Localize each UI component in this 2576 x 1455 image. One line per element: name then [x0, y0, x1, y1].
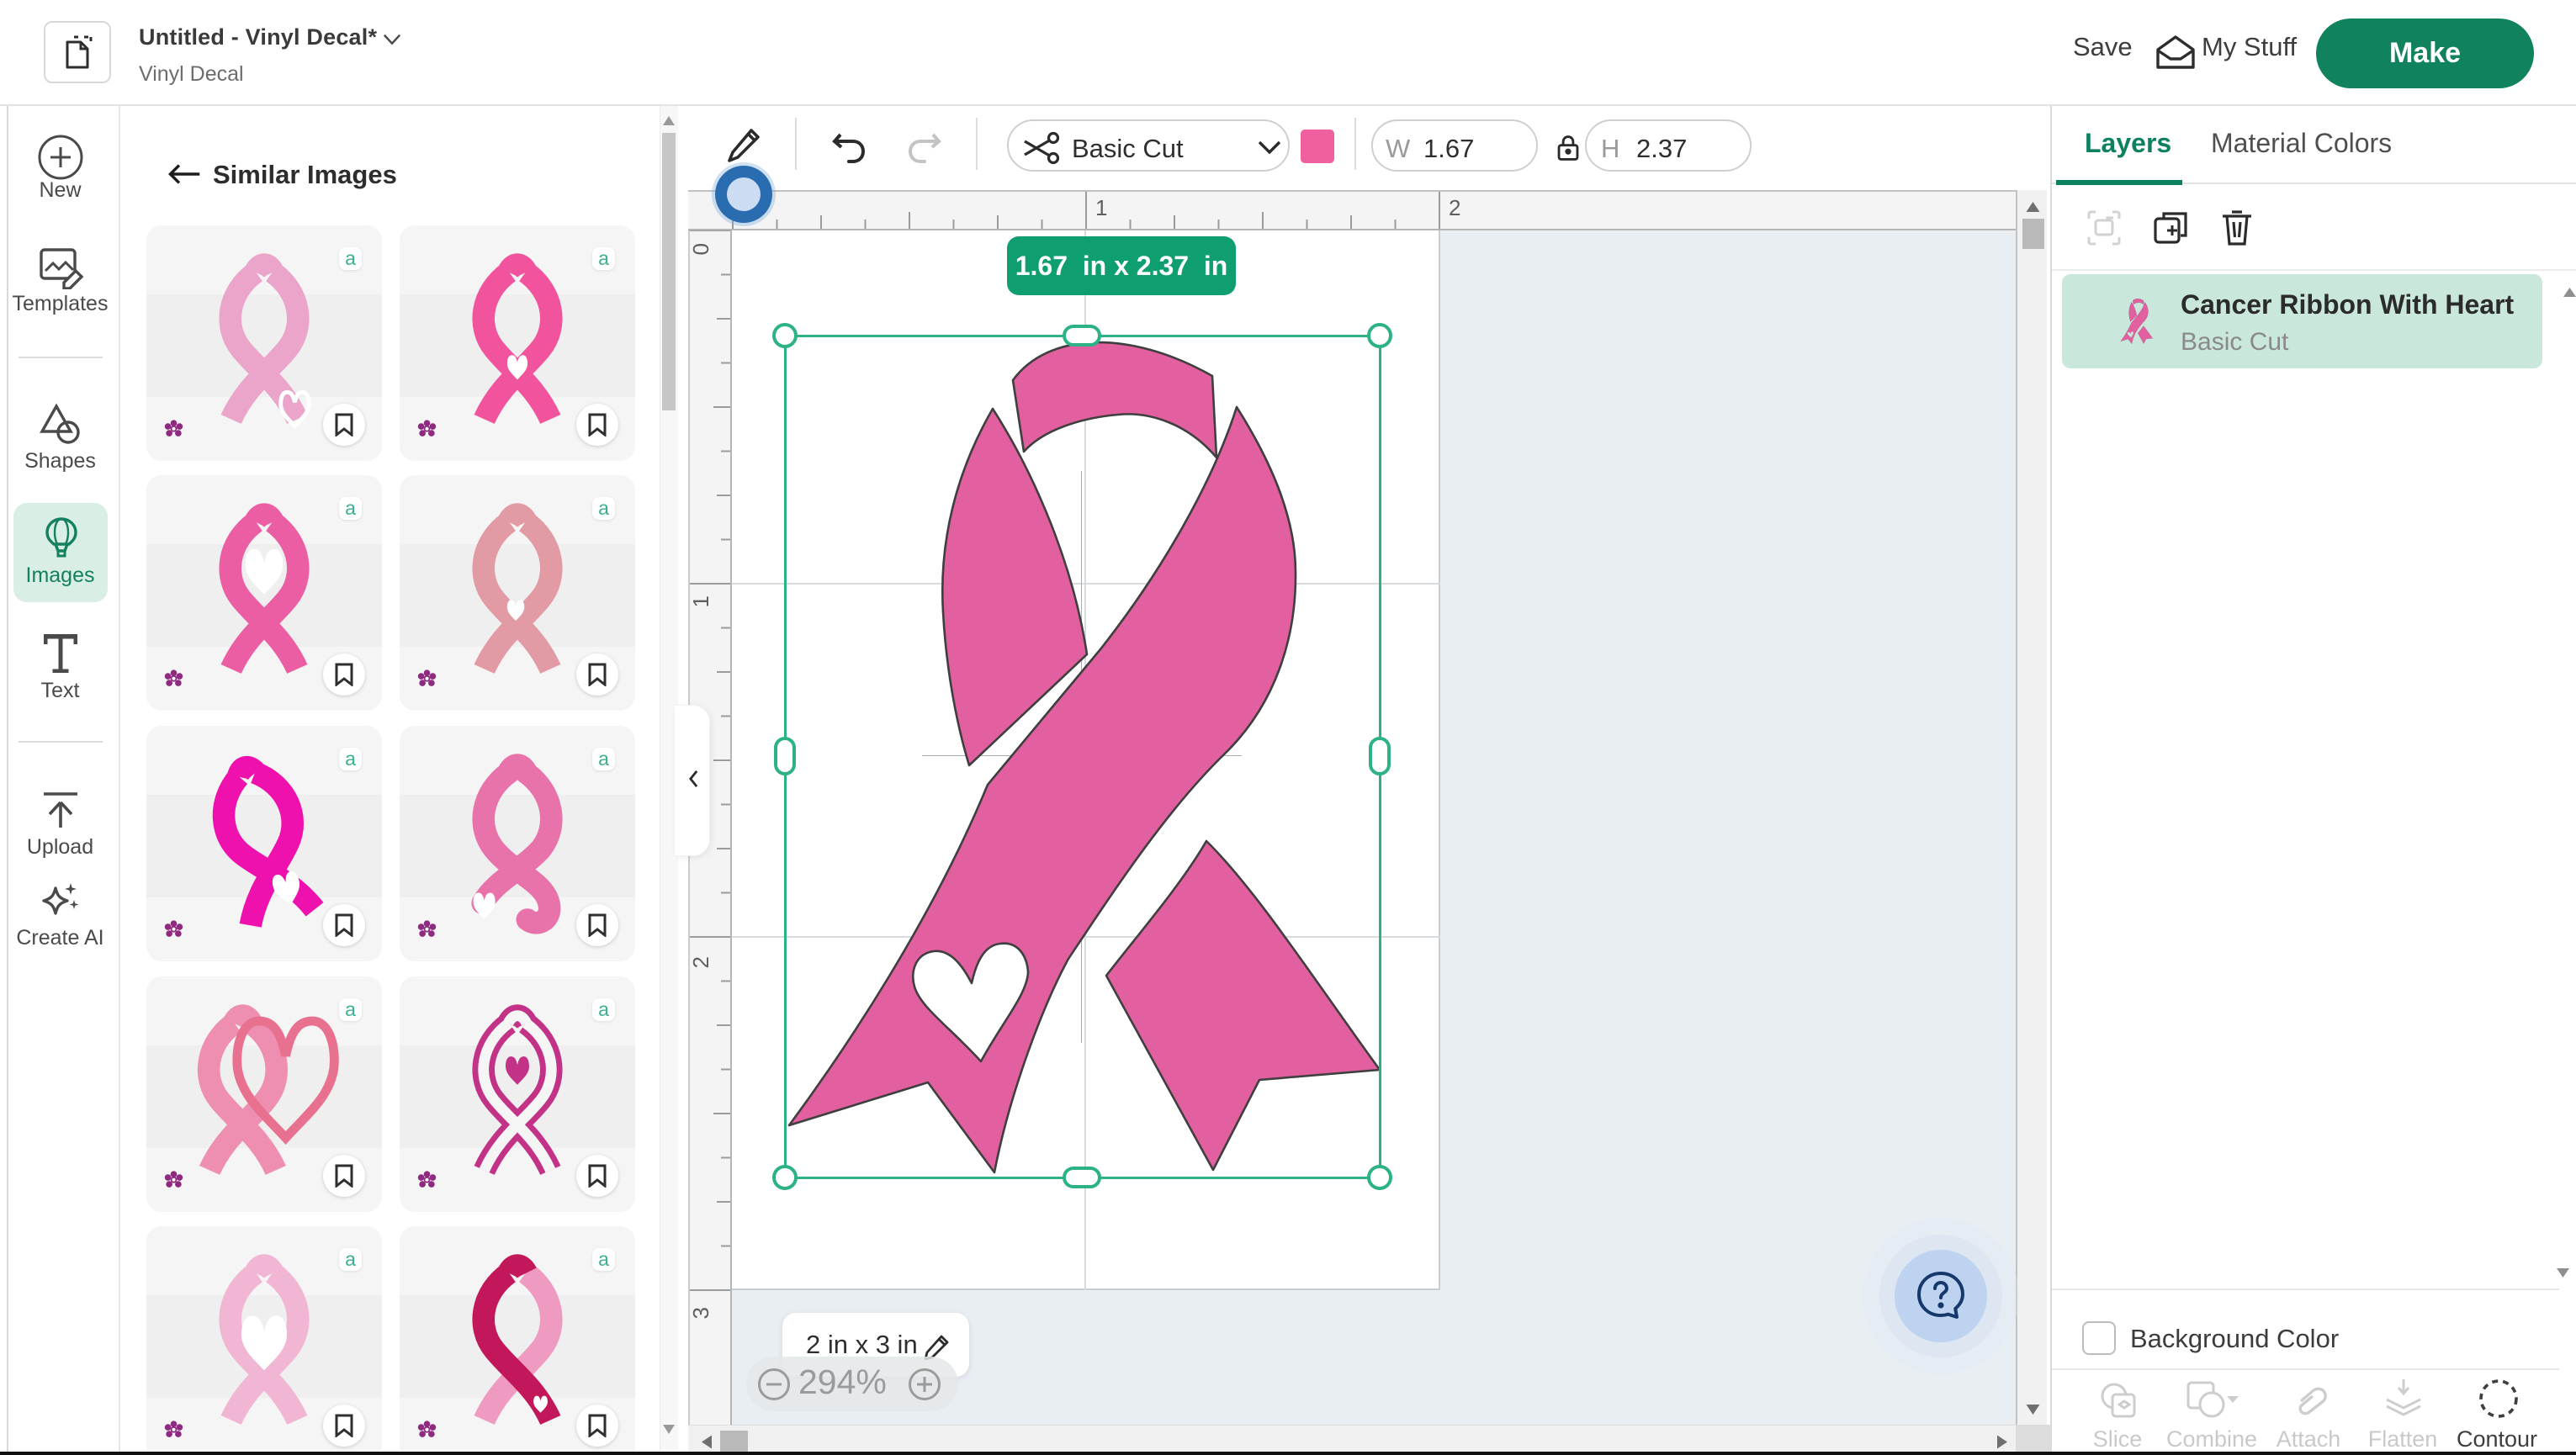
svg-text:0: 0	[690, 243, 713, 255]
svg-text:2: 2	[1449, 195, 1460, 220]
svg-text:1: 1	[1095, 195, 1107, 220]
svg-text:1: 1	[690, 595, 713, 607]
svg-text:2: 2	[690, 956, 713, 968]
svg-text:3: 3	[690, 1307, 713, 1319]
